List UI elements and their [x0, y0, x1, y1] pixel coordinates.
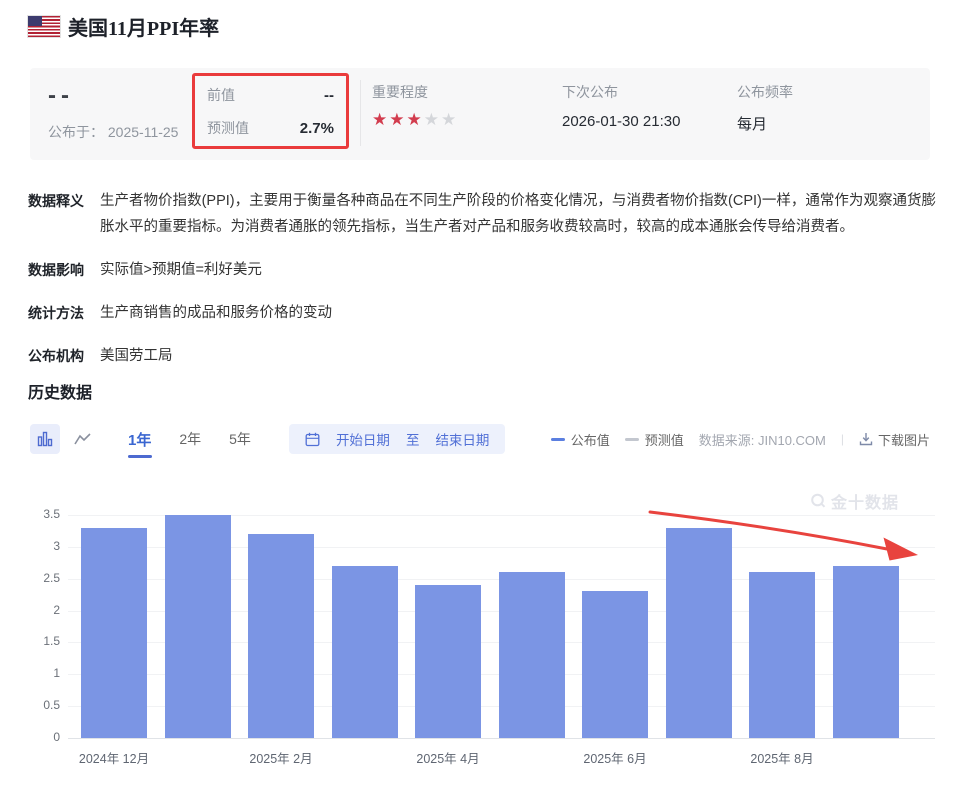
- info-section: 数据释义生产者物价指数(PPI)，主要用于衡量各种商品在不同生产阶段的价格变化情…: [28, 188, 936, 386]
- y-axis-tick-label: 2.5: [30, 571, 60, 585]
- bar-2024年 12月[interactable]: [81, 528, 147, 738]
- bar-chart-type-button[interactable]: [30, 424, 60, 454]
- bar-2025年 3月[interactable]: [332, 566, 398, 738]
- frequency-value: 每月: [737, 113, 793, 134]
- separator: |: [841, 432, 844, 446]
- legend-dash-icon: [551, 438, 565, 441]
- page-title: 美国11月PPI年率: [68, 12, 219, 41]
- bar-2025年 8月[interactable]: [749, 572, 815, 738]
- current-value: --: [48, 82, 74, 110]
- y-axis-tick-label: 3.5: [30, 507, 60, 521]
- bar-2025年 7月[interactable]: [666, 528, 732, 738]
- legend-item-公布值[interactable]: 公布值: [551, 430, 610, 449]
- download-label: 下载图片: [878, 430, 930, 449]
- info-row: 统计方法生产商销售的成品和服务价格的变动: [28, 300, 936, 326]
- bar-2025年 2月[interactable]: [248, 534, 314, 738]
- calendar-icon: [305, 432, 320, 447]
- bar-2025年 5月[interactable]: [499, 572, 565, 738]
- info-row-label: 数据释义: [28, 188, 100, 240]
- frequency-block: 公布频率 每月: [737, 82, 793, 134]
- y-axis-tick-label: 1.5: [30, 634, 60, 648]
- prev-value: --: [324, 87, 334, 104]
- y-axis-tick-label: 0: [30, 730, 60, 744]
- bar-2025年 4月[interactable]: [415, 585, 481, 738]
- forecast-label: 预测值: [207, 118, 249, 138]
- bar-2025年 9月[interactable]: [833, 566, 899, 738]
- range-tabs: 1年2年5年: [114, 425, 265, 454]
- star-icon: ★: [441, 110, 458, 129]
- legend-label: 预测值: [645, 430, 684, 449]
- history-section-title: 历史数据: [28, 379, 92, 403]
- info-row-text: 生产商销售的成品和服务价格的变动: [100, 300, 936, 326]
- next-release-block: 下次公布 2026-01-30 21:30: [562, 82, 680, 130]
- x-axis-tick-label: 2025年 6月: [545, 748, 685, 767]
- tab-2年[interactable]: 2年: [165, 425, 215, 453]
- info-row-label: 公布机构: [28, 343, 100, 369]
- x-axis-tick-label: 2025年 2月: [211, 748, 351, 767]
- info-row-text: 美国劳工局: [100, 343, 936, 369]
- star-icon: ★: [407, 110, 424, 129]
- published-label: 公布于：: [48, 124, 104, 140]
- jin10-logo-icon: [810, 493, 827, 510]
- importance-label: 重要程度: [372, 84, 428, 100]
- x-axis-tick-label: 2024年 12月: [44, 748, 184, 767]
- info-row-text: 实际值>预期值=利好美元: [100, 257, 936, 283]
- bar-2025年 1月[interactable]: [165, 515, 231, 738]
- history-bar-chart: 3.5 3 2.5 2 1.5 1 0.5 0 2024年 12月 2025年 2月 2025年 4…: [30, 488, 935, 773]
- published-date: 2025-11-25: [108, 124, 179, 140]
- y-axis-tick-label: 1: [30, 666, 60, 680]
- star-icon: ★: [424, 110, 441, 129]
- download-icon: [859, 432, 873, 446]
- star-icon: ★: [372, 110, 389, 129]
- date-to-label: 至: [406, 429, 420, 449]
- info-row-label: 统计方法: [28, 300, 100, 326]
- line-chart-icon: [74, 432, 92, 446]
- legend-label: 公布值: [571, 430, 610, 449]
- info-row: 数据影响实际值>预期值=利好美元: [28, 257, 936, 283]
- gridline: [68, 738, 935, 739]
- next-release-value: 2026-01-30 21:30: [562, 113, 680, 130]
- divider: [360, 80, 361, 146]
- y-axis-tick-label: 0.5: [30, 698, 60, 712]
- info-row: 公布机构美国劳工局: [28, 343, 936, 369]
- prev-label: 前值: [207, 85, 235, 105]
- line-chart-type-button[interactable]: [68, 424, 98, 454]
- bar-2025年 6月[interactable]: [582, 591, 648, 738]
- info-row: 数据释义生产者物价指数(PPI)，主要用于衡量各种商品在不同生产阶段的价格变化情…: [28, 188, 936, 240]
- watermark-text: 金十数据: [831, 489, 899, 513]
- info-row-label: 数据影响: [28, 257, 100, 283]
- x-axis-tick-label: 2025年 8月: [712, 748, 852, 767]
- info-row-text: 生产者物价指数(PPI)，主要用于衡量各种商品在不同生产阶段的价格变化情况，与消…: [100, 188, 936, 240]
- importance-stars: ★★★★★: [372, 110, 458, 130]
- frequency-label: 公布频率: [737, 84, 793, 100]
- page-header: 美国11月PPI年率: [28, 12, 219, 41]
- date-range-picker[interactable]: 开始日期 至 结束日期: [289, 424, 506, 454]
- x-axis-tick-label: 2025年 4月: [378, 748, 518, 767]
- legend-dash-icon: [625, 438, 639, 441]
- watermark: 金十数据: [810, 489, 899, 513]
- forecast-value: 2.7%: [300, 120, 334, 137]
- legend-row: 公布值 预测值 数据来源: JIN10.COM | 下载图片: [551, 426, 930, 452]
- summary-card: -- 公布于： 2025-11-25 前值 -- 预测值 2.7% 重要程度 ★…: [30, 68, 930, 160]
- end-date-input[interactable]: 结束日期: [435, 429, 489, 449]
- y-axis-tick-label: 2: [30, 603, 60, 617]
- bar-chart-icon: [37, 431, 53, 447]
- highlight-box: 前值 -- 预测值 2.7%: [192, 73, 349, 149]
- published-line: 公布于： 2025-11-25: [48, 122, 178, 142]
- download-image-button[interactable]: 下载图片: [859, 430, 930, 449]
- y-axis-tick-label: 3: [30, 539, 60, 553]
- tab-1年[interactable]: 1年: [114, 425, 165, 454]
- tab-5年[interactable]: 5年: [215, 425, 265, 453]
- start-date-input[interactable]: 开始日期: [336, 429, 390, 449]
- next-release-label: 下次公布: [562, 84, 618, 100]
- data-source: 数据来源: JIN10.COM: [699, 430, 826, 449]
- chart-toolbar: 1年2年5年 开始日期 至 结束日期: [30, 423, 505, 455]
- us-flag-icon: [28, 16, 60, 37]
- legend-item-预测值[interactable]: 预测值: [625, 430, 684, 449]
- importance-block: 重要程度 ★★★★★: [372, 82, 458, 130]
- page: 美国11月PPI年率 -- 公布于： 2025-11-25 前值 -- 预测值 …: [0, 0, 962, 785]
- star-icon: ★: [389, 110, 406, 129]
- legend-items: 公布值 预测值: [551, 430, 684, 449]
